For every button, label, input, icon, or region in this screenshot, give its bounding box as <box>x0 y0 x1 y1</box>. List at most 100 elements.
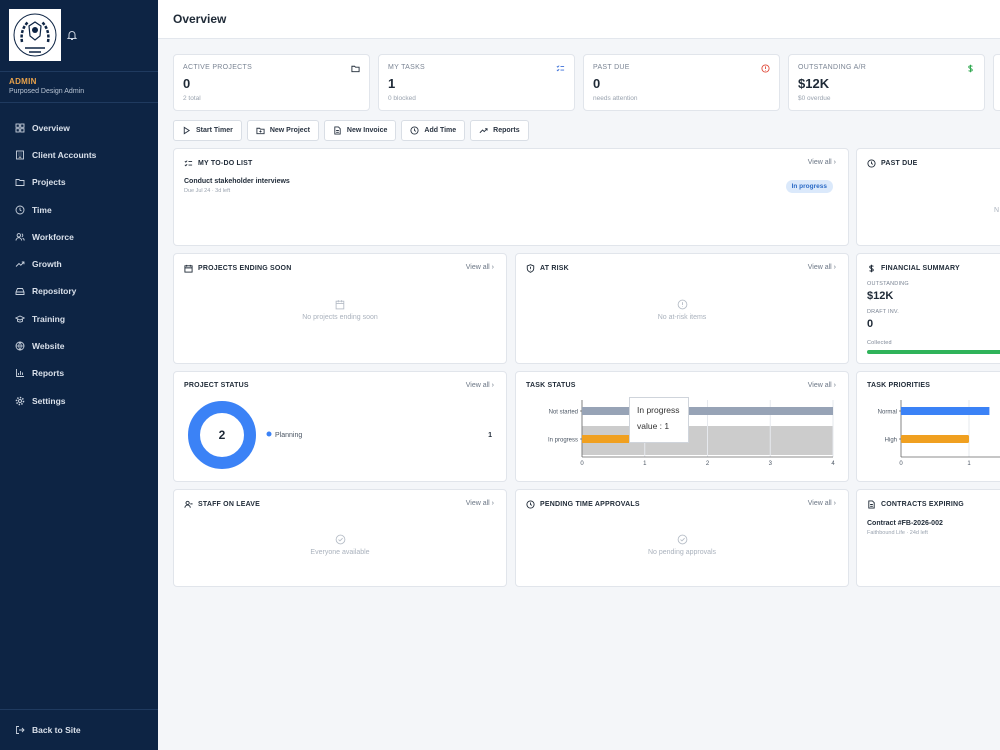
sidebar-item-growth[interactable]: Growth <box>0 250 158 277</box>
empty-state: Everyone available <box>174 534 506 556</box>
empty-text: N <box>994 207 1000 214</box>
button-label: Add Time <box>424 127 457 134</box>
logout-icon <box>16 726 25 734</box>
bar-normal <box>901 407 990 415</box>
drive-icon <box>15 288 25 296</box>
donut-center-value: 2 <box>219 428 226 442</box>
x-tick-label: 0 <box>899 461 903 467</box>
sidebar-item-label: Repository <box>32 286 77 297</box>
x-tick-label: 2 <box>706 461 710 467</box>
empty-state: No at-risk items <box>516 299 848 321</box>
empty-text: No at-risk items <box>657 314 707 321</box>
reports-button[interactable]: Reports <box>470 120 529 141</box>
user-minus-icon <box>184 500 193 508</box>
bell-icon[interactable] <box>66 29 78 41</box>
trending-up-icon <box>479 128 488 134</box>
trending-up-icon <box>15 261 25 267</box>
todo-item-due: Due Jul 24 · 3d left <box>184 188 231 194</box>
collected-progress-bar <box>867 350 1000 354</box>
back-to-site-link[interactable]: Back to Site <box>0 720 158 740</box>
sidebar-item-repository[interactable]: Repository <box>0 278 158 305</box>
card-title: MY TO-DO LIST <box>184 159 252 168</box>
view-all-link[interactable]: View all › <box>808 264 836 271</box>
view-all-link[interactable]: View all › <box>808 500 836 507</box>
sidebar-item-label: Training <box>32 313 66 324</box>
sidebar-item-projects[interactable]: Projects <box>0 169 158 196</box>
todo-item-title[interactable]: Conduct stakeholder interviews <box>184 178 290 185</box>
contract-item-title[interactable]: Contract #FB-2026-002 <box>867 520 943 527</box>
stat-value: $12K <box>798 76 830 91</box>
financial-summary-card: FINANCIAL SUMMARY OUTSTANDING $12K DRAFT… <box>856 253 1000 364</box>
play-icon <box>183 126 191 135</box>
main-content: Overview ACTIVE PROJECTS 0 2 total MY TA… <box>158 0 1000 750</box>
contract-item-sub: Faithbound Life · 24d left <box>867 530 928 536</box>
stat-card-active-projects[interactable]: ACTIVE PROJECTS 0 2 total <box>173 54 370 111</box>
new-invoice-button[interactable]: New Invoice <box>323 120 397 141</box>
view-all-text: View all <box>807 500 832 507</box>
view-all-link[interactable]: View all › <box>466 500 494 507</box>
card-title: PENDING TIME APPROVALS <box>526 500 640 509</box>
sidebar-divider <box>0 102 158 103</box>
bar-chart-icon <box>16 369 24 378</box>
sidebar-item-overview[interactable]: Overview <box>0 114 158 141</box>
new-project-button[interactable]: New Project <box>246 120 319 141</box>
projects-ending-soon-card: PROJECTS ENDING SOON View all › No proje… <box>173 253 507 364</box>
stat-sub: $0 overdue <box>798 95 831 102</box>
card-title: STAFF ON LEAVE <box>184 500 260 509</box>
view-all-text: View all <box>807 159 832 166</box>
sidebar-item-time[interactable]: Time <box>0 196 158 223</box>
users-icon <box>15 232 25 241</box>
start-timer-button[interactable]: Start Timer <box>173 120 242 141</box>
sidebar-item-label: Projects <box>32 177 66 188</box>
sidebar-item-reports[interactable]: Reports <box>0 360 158 387</box>
sidebar-item-client-accounts[interactable]: Client Accounts <box>0 141 158 168</box>
role-subtitle: Purposed Design Admin <box>9 88 85 95</box>
stat-value: 0 <box>593 76 601 91</box>
calendar-clock-icon <box>335 300 344 310</box>
stat-card-my-tasks[interactable]: MY TASKS 1 0 blocked <box>378 54 575 111</box>
stat-card-outstanding-ar[interactable]: OUTSTANDING A/R $12K $0 overdue <box>788 54 985 111</box>
view-all-link[interactable]: View all › <box>466 264 494 271</box>
stat-card-partial[interactable] <box>993 54 1000 111</box>
page-title: Overview <box>173 12 227 26</box>
building-icon <box>16 150 24 160</box>
outstanding-label: OUTSTANDING <box>867 281 909 287</box>
sidebar-item-label: Client Accounts <box>32 149 97 160</box>
legend-count: 1 <box>488 432 492 439</box>
add-time-button[interactable]: Add Time <box>401 120 466 141</box>
sidebar-item-website[interactable]: Website <box>0 332 158 359</box>
stat-card-past-due[interactable]: PAST DUE 0 needs attention <box>583 54 780 111</box>
card-title-text: PROJECTS ENDING SOON <box>198 265 292 272</box>
staff-on-leave-card: STAFF ON LEAVE View all › Everyone avail… <box>173 489 507 587</box>
task-priorities-chart: Normal High 0 1 <box>878 400 1000 467</box>
sidebar-item-training[interactable]: Training <box>0 305 158 332</box>
card-title-text: MY TO-DO LIST <box>198 160 253 167</box>
folder-icon <box>351 65 360 73</box>
empty-text: No pending approvals <box>647 549 717 556</box>
x-tick-label: 1 <box>643 461 647 467</box>
pending-time-approvals-card: PENDING TIME APPROVALS View all › No pen… <box>515 489 849 587</box>
file-text-icon <box>868 500 875 509</box>
logo[interactable] <box>9 9 61 61</box>
bar-not-started <box>582 407 833 415</box>
clock-icon <box>15 205 25 214</box>
card-title: PROJECTS ENDING SOON <box>184 264 291 273</box>
clock-icon <box>526 500 535 509</box>
stat-value: 1 <box>388 76 396 91</box>
draft-invoices-value: 0 <box>867 318 874 330</box>
contracts-expiring-card: CONTRACTS EXPIRING Contract #FB-2026-002… <box>856 489 1000 587</box>
sidebar-item-workforce[interactable]: Workforce <box>0 223 158 250</box>
button-label: New Invoice <box>346 127 388 134</box>
collected-label: Collected <box>867 340 892 346</box>
folder-icon <box>15 179 25 187</box>
view-all-link[interactable]: View all › <box>808 159 836 166</box>
card-title: AT RISK <box>526 264 569 273</box>
stat-sub: 0 blocked <box>388 95 416 102</box>
globe-icon <box>15 341 25 351</box>
card-title-text: FINANCIAL SUMMARY <box>881 265 960 272</box>
sidebar-divider <box>0 709 158 710</box>
sidebar-item-settings[interactable]: Settings <box>0 387 158 414</box>
dollar-icon <box>869 264 874 273</box>
empty-state: No pending approvals <box>516 534 848 556</box>
view-all-text: View all <box>465 500 490 507</box>
